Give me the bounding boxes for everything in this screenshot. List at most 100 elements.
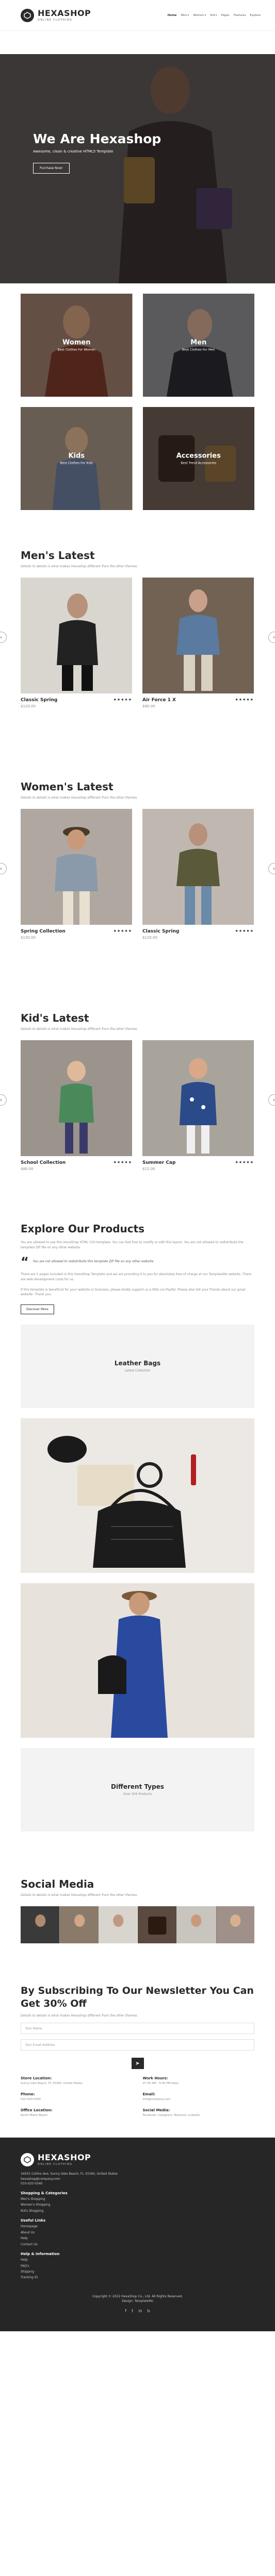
product-image [142, 809, 254, 925]
newsletter-title: By Subscribing To Our Newsletter You Can… [21, 1985, 254, 2010]
twitter-icon[interactable]: t [132, 2308, 133, 2315]
footer-link[interactable]: FAQ's [21, 2263, 254, 2269]
footer-link[interactable]: Men's Shopping [21, 2196, 254, 2202]
category-men[interactable]: Men Best Clothes For Men [142, 294, 254, 397]
info-value: 010-020-0340 [21, 2098, 41, 2102]
nav-explore[interactable]: Explore [250, 14, 261, 17]
footer-logo-sub: ONLINE CLOTHING [38, 2163, 73, 2166]
behance-icon[interactable]: b [148, 2308, 150, 2315]
category-accessories[interactable]: Accessories Best Trend Accessories [142, 407, 254, 510]
gallery-image[interactable] [21, 1906, 60, 1943]
info-value[interactable]: Facebook, Instagram, Behance, Linkedin [143, 2114, 255, 2117]
gallery-image[interactable] [137, 1906, 176, 1943]
nav-kids[interactable]: Kid's [211, 14, 217, 17]
product-card[interactable]: Summer Cap $12.00 ★★★★★ [142, 1040, 254, 1171]
accessories-flatlay-image [21, 1418, 254, 1573]
name-input[interactable]: Your Name [21, 2023, 254, 2035]
leather-bags-box[interactable]: Leather Bags Latest Collection [21, 1324, 254, 1408]
gallery-image[interactable] [59, 1906, 99, 1943]
product-price: $130.00 [21, 936, 36, 940]
nav-mens[interactable]: Men's [181, 14, 189, 17]
copyright: Copyright © 2022 HexaShop Co., Ltd. All … [92, 2294, 183, 2298]
product-card[interactable]: Spring Collection $130.00 ★★★★★ [21, 809, 132, 940]
carousel-prev-arrow-icon[interactable]: ‹ [0, 1094, 7, 1106]
different-types-box[interactable]: Different Types Over 304 Products [21, 1748, 254, 1832]
info-label: Office Location: [21, 2108, 53, 2113]
carousel-prev-arrow-icon[interactable]: ‹ [0, 863, 7, 874]
social-media-section: Social Media Details to details is what … [0, 1878, 275, 1943]
kids-title: Kid's Latest [21, 1012, 89, 1024]
gallery-image[interactable] [99, 1906, 138, 1943]
send-paper-plane-icon[interactable]: ➤ [131, 2058, 144, 2070]
footer-link[interactable]: Homepage [21, 2224, 254, 2229]
product-price: $120.00 [142, 936, 157, 940]
discover-more-button[interactable]: Discover More [21, 1304, 54, 1314]
carousel-prev-arrow-icon[interactable]: ‹ [0, 632, 7, 643]
hero-title: We Are Hexashop [33, 131, 161, 146]
design-credit[interactable]: Design: TemplateMo [21, 2299, 254, 2304]
womens-subtitle: Details to details is what makes Hexasho… [21, 796, 138, 800]
logo-icon [21, 2153, 34, 2167]
product-rating: ★★★★★ [113, 698, 132, 702]
product-name: School Collection [21, 1160, 66, 1165]
kids-subtitle: Details to details is what makes Hexasho… [21, 1027, 138, 1031]
footer-link[interactable]: Kid's Shopping [21, 2208, 254, 2214]
info-value[interactable]: info@company.com [143, 2098, 255, 2101]
footer-link[interactable]: Contact Us [21, 2242, 254, 2247]
mens-title: Men's Latest [21, 549, 95, 562]
footer-social-links: f t in b [21, 2308, 254, 2315]
explore-paragraph: You are allowed to use this HexaShop HTM… [21, 1241, 244, 1249]
main-nav: Home Men's Women's Kid's Pages Features … [168, 14, 261, 17]
newsletter-subtitle: Details to details is what makes Hexasho… [21, 2014, 138, 2018]
footer-link[interactable]: Help [21, 2235, 254, 2241]
nav-womens[interactable]: Women's [193, 14, 206, 17]
nav-pages[interactable]: Pages [221, 14, 230, 17]
social-subtitle: Details to details is what makes Hexasho… [21, 1893, 138, 1897]
info-label: Social Media: [142, 2108, 170, 2113]
email-input[interactable]: Your Email Address [21, 2039, 254, 2051]
category-women[interactable]: Women Best Clothes For Women [21, 294, 133, 397]
logo[interactable]: HEXASHOP ONLINE CLOTHING [21, 8, 91, 22]
product-rating: ★★★★★ [235, 929, 254, 933]
nav-features[interactable]: Features [234, 14, 246, 17]
carousel-next-arrow-icon[interactable]: › [268, 1094, 275, 1106]
womens-title: Women's Latest [21, 781, 114, 793]
category-kids[interactable]: Kids Best Clothes For Kids [21, 407, 133, 510]
facebook-icon[interactable]: f [125, 2308, 126, 2315]
purchase-button[interactable]: Purchase Now! [33, 163, 70, 174]
nav-home[interactable]: Home [168, 14, 177, 17]
product-card[interactable]: Classic Spring $120.00 ★★★★★ [21, 578, 132, 708]
footer-email[interactable]: hexashop@company.com [21, 2177, 254, 2182]
logo-subtitle: ONLINE CLOTHING [38, 18, 73, 22]
instagram-gallery [21, 1906, 254, 1943]
site-footer: HEXASHOP ONLINE CLOTHING 16501 Collins A… [0, 2138, 275, 2331]
product-card[interactable]: School Collection $80.00 ★★★★★ [21, 1040, 132, 1171]
footer-link[interactable]: Women's Shopping [21, 2202, 254, 2208]
footer-address: 16501 Collins Ave, Sunny Isles Beach, FL… [21, 2172, 118, 2176]
footer-link[interactable]: Tracking ID [21, 2275, 254, 2280]
footer-link[interactable]: About Us [21, 2230, 254, 2235]
logo-name: HEXASHOP [38, 8, 91, 18]
product-image [142, 1040, 254, 1156]
category-kids-sub: Best Clothes For Kids [60, 461, 93, 465]
category-grid: Women Best Clothes For Women Men Best Clot… [0, 283, 275, 520]
info-label: Work Hours: [142, 2076, 168, 2081]
gallery-image[interactable] [176, 1906, 216, 1943]
footer-link[interactable]: Help [21, 2257, 254, 2263]
gallery-image[interactable] [215, 1906, 254, 1943]
product-price: $120.00 [21, 704, 36, 708]
product-name: Air Force 1 X [142, 698, 176, 703]
linkedin-icon[interactable]: in [138, 2308, 142, 2315]
product-card[interactable]: Classic Spring $120.00 ★★★★★ [142, 809, 254, 940]
footer-link[interactable]: Shipping [21, 2269, 254, 2275]
carousel-next-arrow-icon[interactable]: › [268, 863, 275, 874]
leather-bags-title: Leather Bags [114, 1360, 161, 1367]
category-women-title: Women [62, 338, 91, 347]
product-name: Spring Collection [21, 929, 66, 934]
footer-logo[interactable]: HEXASHOP ONLINE CLOTHING [21, 2153, 254, 2167]
site-header: HEXASHOP ONLINE CLOTHING Home Men's Wome… [0, 0, 275, 31]
product-image [142, 578, 254, 693]
different-types-title: Different Types [111, 1783, 164, 1791]
product-card[interactable]: Air Force 1 X $90.00 ★★★★★ [142, 578, 254, 708]
carousel-next-arrow-icon[interactable]: › [268, 632, 275, 643]
